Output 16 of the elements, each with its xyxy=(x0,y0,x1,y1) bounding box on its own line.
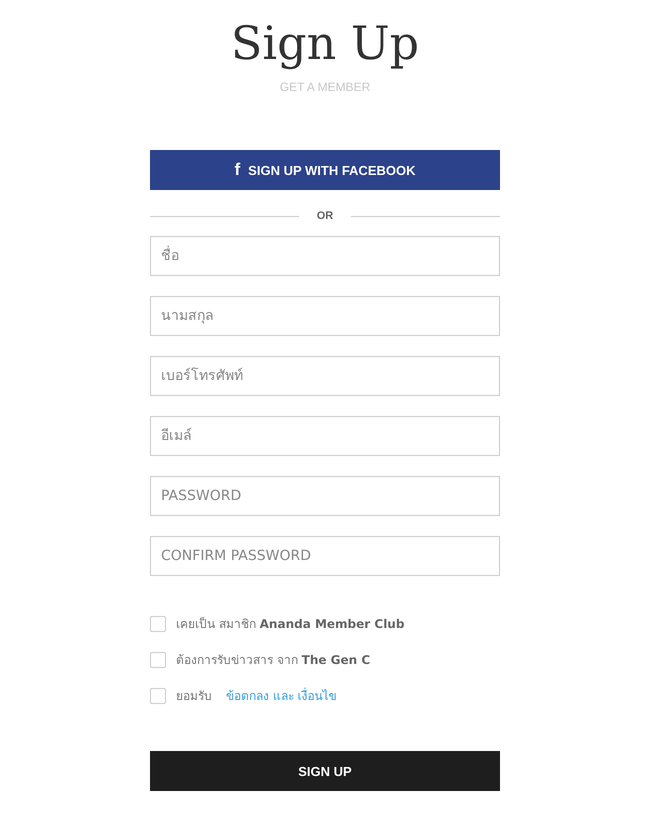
page-title: Sign Up xyxy=(230,15,420,72)
signup-button[interactable]: SIGN UP xyxy=(150,751,500,791)
input-field[interactable]: ชื่อ xyxy=(150,236,500,276)
checkbox-label: เคยเป็น สมาชิก Ananda Member Club xyxy=(176,616,404,633)
input-field[interactable]: PASSWORD xyxy=(150,476,500,516)
checkbox[interactable] xyxy=(150,652,166,668)
input-field[interactable]: CONFIRM PASSWORD xyxy=(150,536,500,576)
checkbox[interactable] xyxy=(150,616,166,632)
input-field[interactable]: เบอร์โทรศัพท์ xyxy=(150,356,500,396)
divider-label: OR xyxy=(316,210,334,222)
checkbox-label: ยอมรับ xyxy=(176,688,212,705)
input-field[interactable]: อีเมล์ xyxy=(150,416,500,456)
checkbox-label: ต้องการรับข่าวสาร จาก The Gen C xyxy=(176,652,370,669)
input-field[interactable]: นามสกุล xyxy=(150,296,500,336)
facebook-signup-button[interactable]: f SIGN UP WITH FACEBOOK xyxy=(150,150,500,190)
checkbox[interactable] xyxy=(150,688,166,704)
